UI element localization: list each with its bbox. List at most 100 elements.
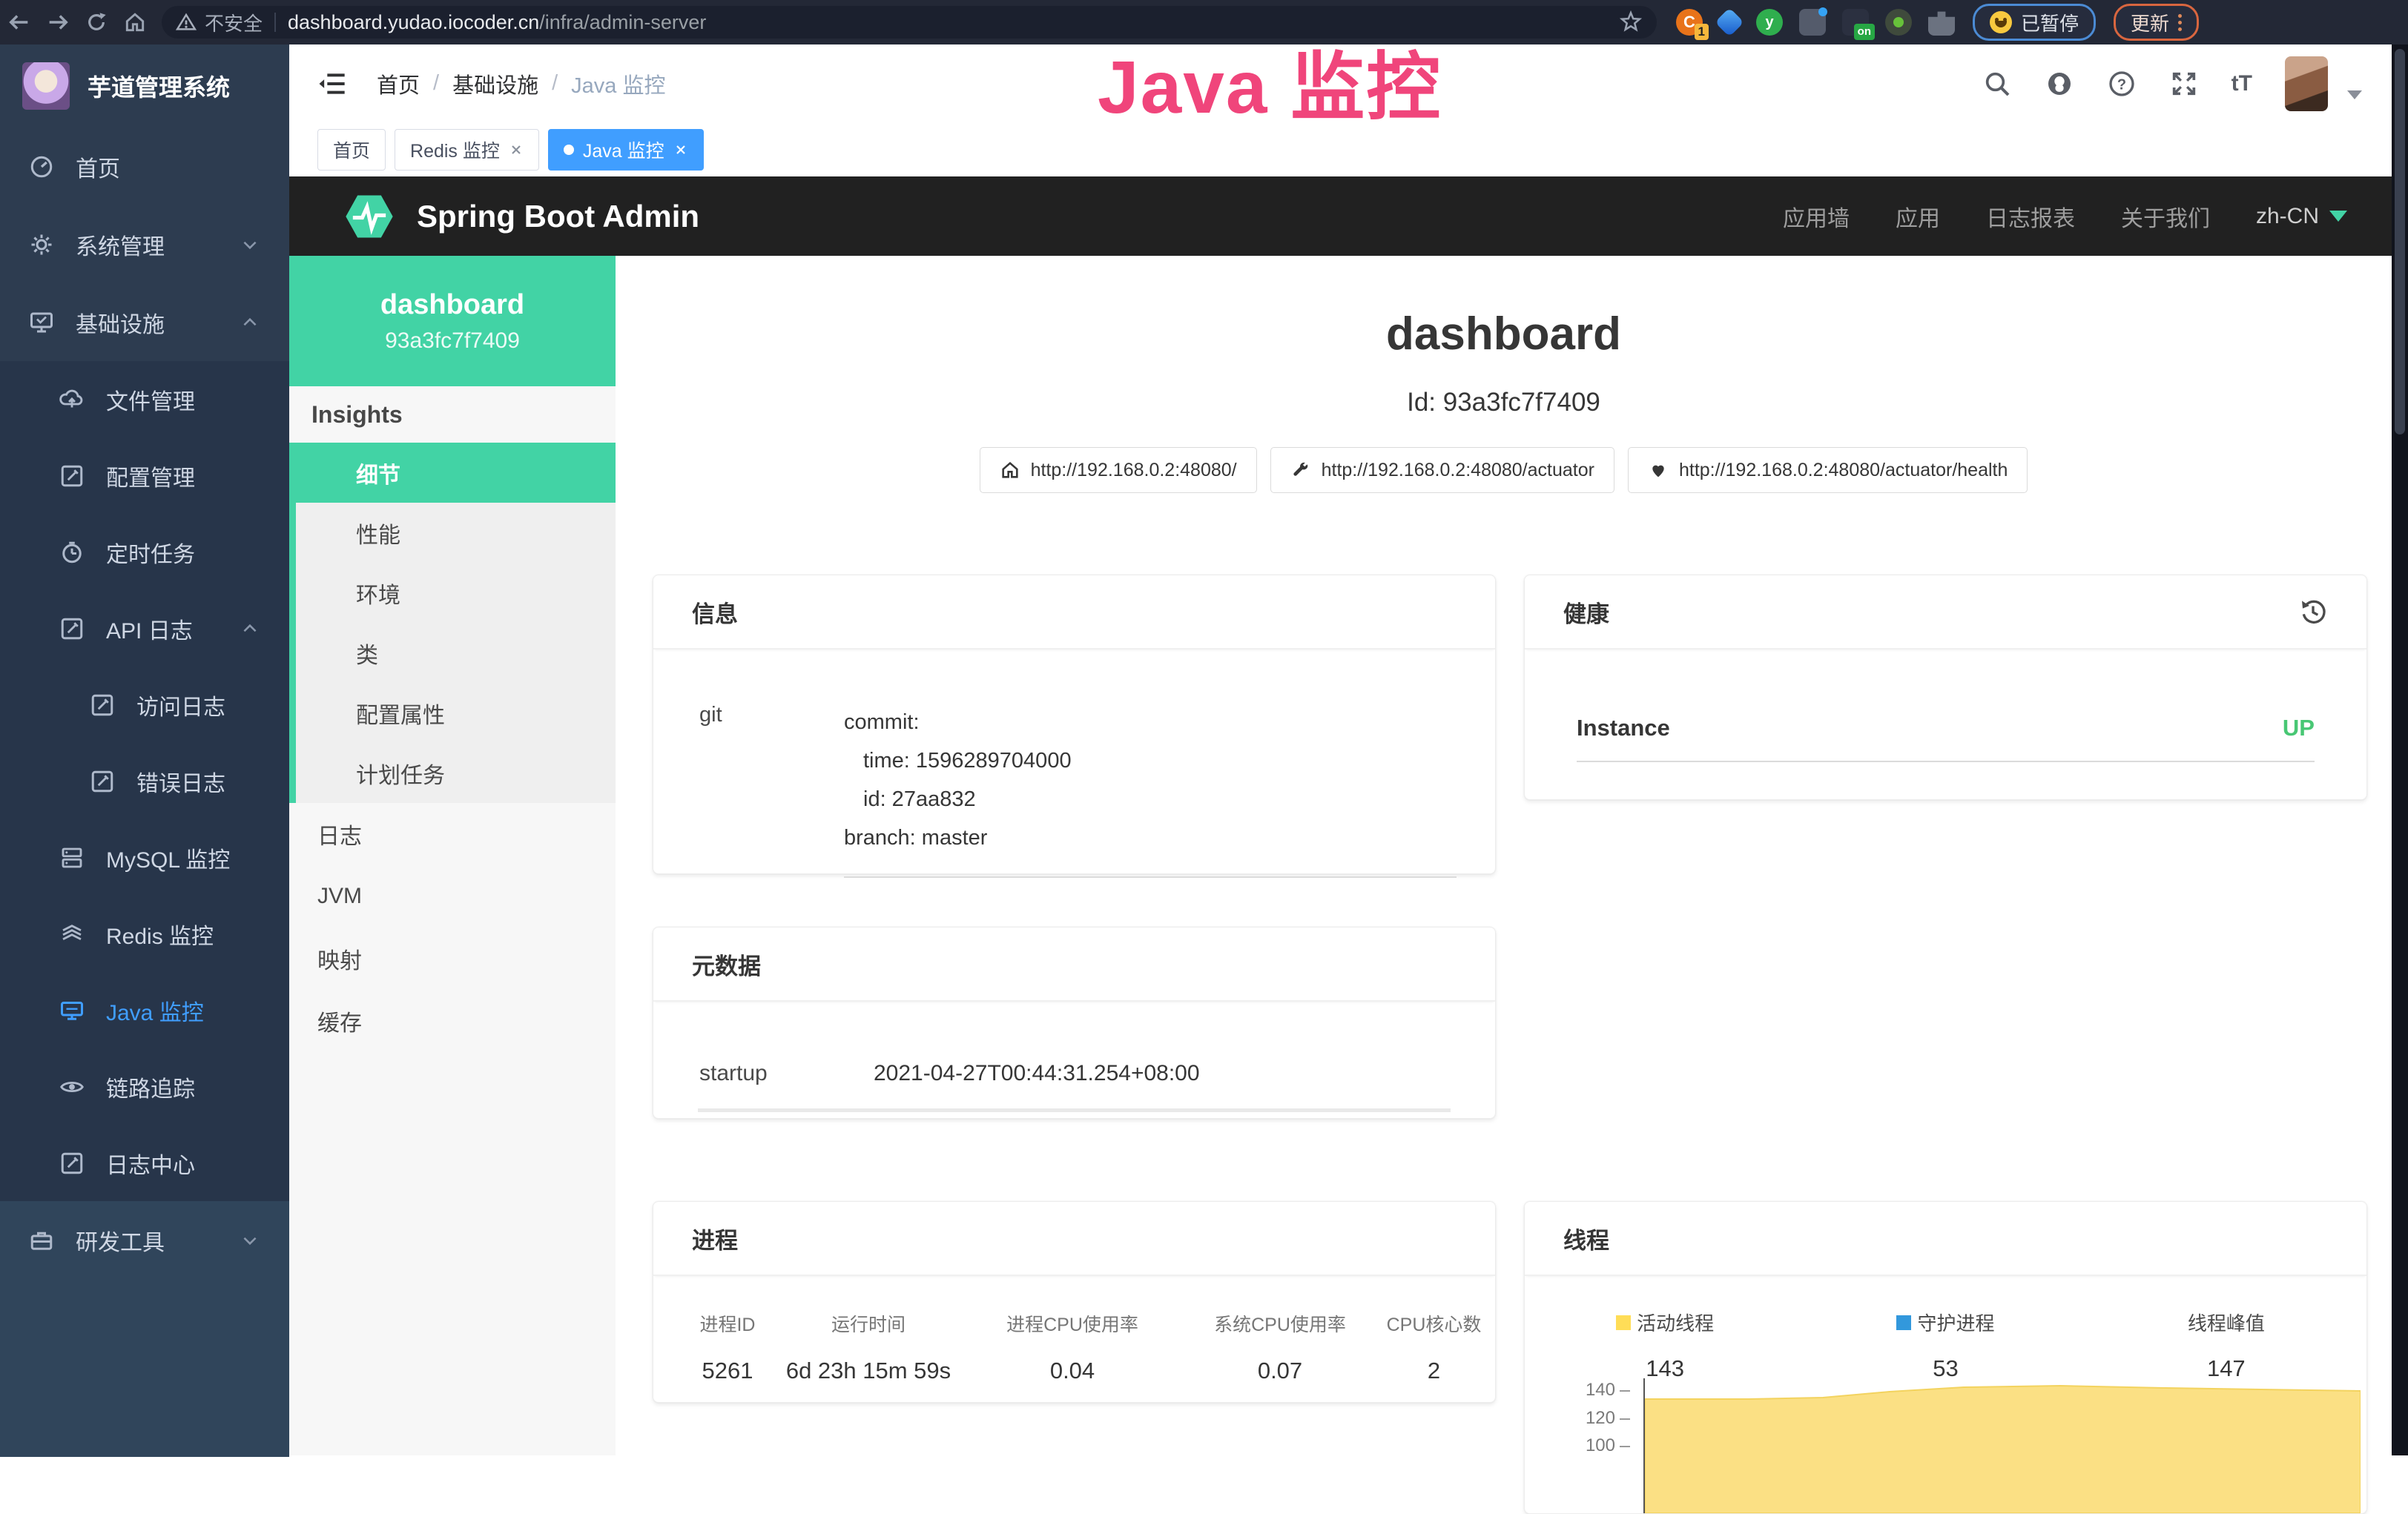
briefcase-icon [28,1227,55,1254]
profile-paused-label: 已暂停 [2021,9,2079,36]
breadcrumb-separator: / [433,71,439,96]
extension-grid-icon[interactable] [1799,9,1826,36]
cell-uptime: 6d 23h 15m 59s [783,1358,954,1384]
sba-nav-wallboard[interactable]: 应用墙 [1783,200,1850,233]
url-host: dashboard.yudao.iocoder.cn [288,11,539,34]
menu-item-details[interactable]: 细节 [296,443,616,503]
close-icon[interactable] [673,142,688,157]
insights-group: 细节 性能 环境 类 配置属性 计划任务 [289,443,616,803]
sidebar-item-file-manage[interactable]: 文件管理 [0,361,289,437]
sidebar-item-access-log[interactable]: 访问日志 [0,667,289,743]
breadcrumb-home[interactable]: 首页 [377,68,420,99]
info-card-title: 信息 [692,595,738,629]
browser-menu-icon[interactable] [2178,14,2182,31]
puzzle-extensions-icon[interactable] [1928,9,1955,36]
menu-item-logs[interactable]: 日志 [289,803,616,865]
sidebar-item-redis-monitor[interactable]: Redis 监控 [0,896,289,972]
sidebar-item-scheduled-jobs[interactable]: 定时任务 [0,514,289,590]
tab-home[interactable]: 首页 [317,129,386,171]
help-icon[interactable] [2107,69,2137,99]
search-icon[interactable] [1982,69,2012,99]
sidebar-item-config-manage[interactable]: 配置管理 [0,437,289,514]
profile-paused-chip[interactable]: 已暂停 [1973,4,2096,41]
sidebar-item-tracing[interactable]: 链路追踪 [0,1048,289,1125]
extension-switch-icon[interactable]: on [1842,9,1869,36]
menu-item-caches[interactable]: 缓存 [289,990,616,1052]
close-icon[interactable] [509,142,524,157]
menu-item-config-props[interactable]: 配置属性 [296,683,616,743]
menu-item-metrics[interactable]: 性能 [296,503,616,563]
tab-java-monitor[interactable]: Java 监控 [548,129,704,171]
menu-item-scheduled-tasks[interactable]: 计划任务 [296,743,616,803]
row-divider [1577,761,2315,762]
health-card-title: 健康 [1563,595,1609,629]
menu-item-jvm[interactable]: JVM [289,865,616,928]
sidebar-item-home[interactable]: 首页 [0,128,289,205]
sidebar-infra-submenu: 文件管理 配置管理 定时任务 API 日志 访问日志 错误日志 MySQL 监控 [0,361,289,1201]
health-row-label: Instance [1577,715,1670,741]
avatar-caret-icon[interactable] [2347,90,2362,99]
y-axis-tick-mark [1620,1418,1630,1420]
history-icon[interactable] [2298,597,2328,627]
scrollbar-thumb[interactable] [2395,49,2405,434]
app-sidebar: 芋道管理系统 首页 系统管理 基础设施 文件管理 配置管理 定时任务 API 日… [0,44,289,1455]
page-title: dashboard [616,308,2392,360]
sidebar-item-dev-tools[interactable]: 研发工具 [0,1201,289,1279]
breadcrumb-separator: / [552,71,558,96]
app-title: 芋道管理系统 [88,69,230,103]
sba-nav-about[interactable]: 关于我们 [2121,200,2210,233]
chart-plot-area [1643,1378,2361,1513]
health-url-button[interactable]: http://192.168.0.2:48080/actuator/health [1628,447,2028,493]
sidebar-item-error-log[interactable]: 错误日志 [0,743,289,819]
instance-header: dashboard 93a3fc7f7409 [289,256,616,386]
github-icon[interactable] [2045,69,2074,99]
service-url-button[interactable]: http://192.168.0.2:48080/ [980,447,1257,493]
sidebar-item-mysql-monitor[interactable]: MySQL 监控 [0,819,289,896]
address-bar[interactable]: 不安全 dashboard.yudao.iocoder.cn/infra/adm… [162,6,1657,39]
gear-icon [28,231,55,258]
menu-item-environment[interactable]: 环境 [296,563,616,623]
sidebar-item-log-center[interactable]: 日志中心 [0,1125,289,1201]
sba-nav-applications[interactable]: 应用 [1896,200,1940,233]
chrome-update-button[interactable]: 更新 [2114,4,2199,41]
user-avatar[interactable] [2285,56,2328,111]
actuator-url-button[interactable]: http://192.168.0.2:48080/actuator [1270,447,1614,493]
sidebar-item-api-log[interactable]: API 日志 [0,590,289,667]
sidebar-item-system[interactable]: 系统管理 [0,205,289,283]
bookmark-star-icon[interactable] [1618,10,1643,35]
breadcrumb-infra[interactable]: 基础设施 [452,68,538,99]
sba-language-select[interactable]: zh-CN [2256,204,2347,229]
extension-y-icon[interactable]: y [1756,9,1783,36]
legend-label-daemon: 守护进程 [1917,1309,1994,1336]
extension-colorzilla-icon[interactable]: C 1 [1676,9,1703,36]
layers-icon [59,921,85,948]
sidebar-item-java-monitor[interactable]: Java 监控 [0,972,289,1048]
monitor-icon [28,309,55,336]
sba-nav-journal[interactable]: 日志报表 [1986,200,2075,233]
extension-leaf-icon[interactable] [1885,9,1912,36]
menu-item-mappings[interactable]: 映射 [289,928,616,990]
browser-home-button[interactable] [116,6,154,39]
browser-reload-button[interactable] [77,6,116,39]
sba-brand[interactable]: Spring Boot Admin [341,188,699,245]
instance-links: http://192.168.0.2:48080/ http://192.168… [616,447,2392,493]
legend-label-peak: 线程峰值 [2188,1309,2265,1336]
chevron-up-icon [240,313,260,332]
process-card: 进程 进程ID 运行时间 进程CPU使用率 系统CPU使用率 CPU核心数 52… [653,1201,1496,1403]
window-scrollbar[interactable] [2392,44,2408,1455]
browser-back-button[interactable] [0,6,39,39]
tab-redis-monitor[interactable]: Redis 监控 [395,129,539,171]
info-value: commit: time: 1596289704000 id: 27aa832 … [844,703,1457,878]
metadata-value: 2021-04-27T00:44:31.254+08:00 [874,1061,1200,1086]
extension-gem-icon[interactable] [1715,7,1744,37]
browser-forward-button[interactable] [39,6,77,39]
sidebar-item-infra[interactable]: 基础设施 [0,283,289,361]
font-size-icon[interactable]: tT [2231,71,2252,96]
menu-item-classes[interactable]: 类 [296,623,616,683]
sidebar-collapse-icon[interactable] [317,69,347,99]
legend-swatch-daemon [1896,1315,1911,1330]
app-logo-image [22,62,70,110]
y-axis-tick: 120 [1563,1408,1615,1429]
fullscreen-icon[interactable] [2169,69,2199,99]
threads-card: 线程 活动线程 守护进程 线程峰值 143 53 147 140 120 100 [1524,1201,2367,1514]
